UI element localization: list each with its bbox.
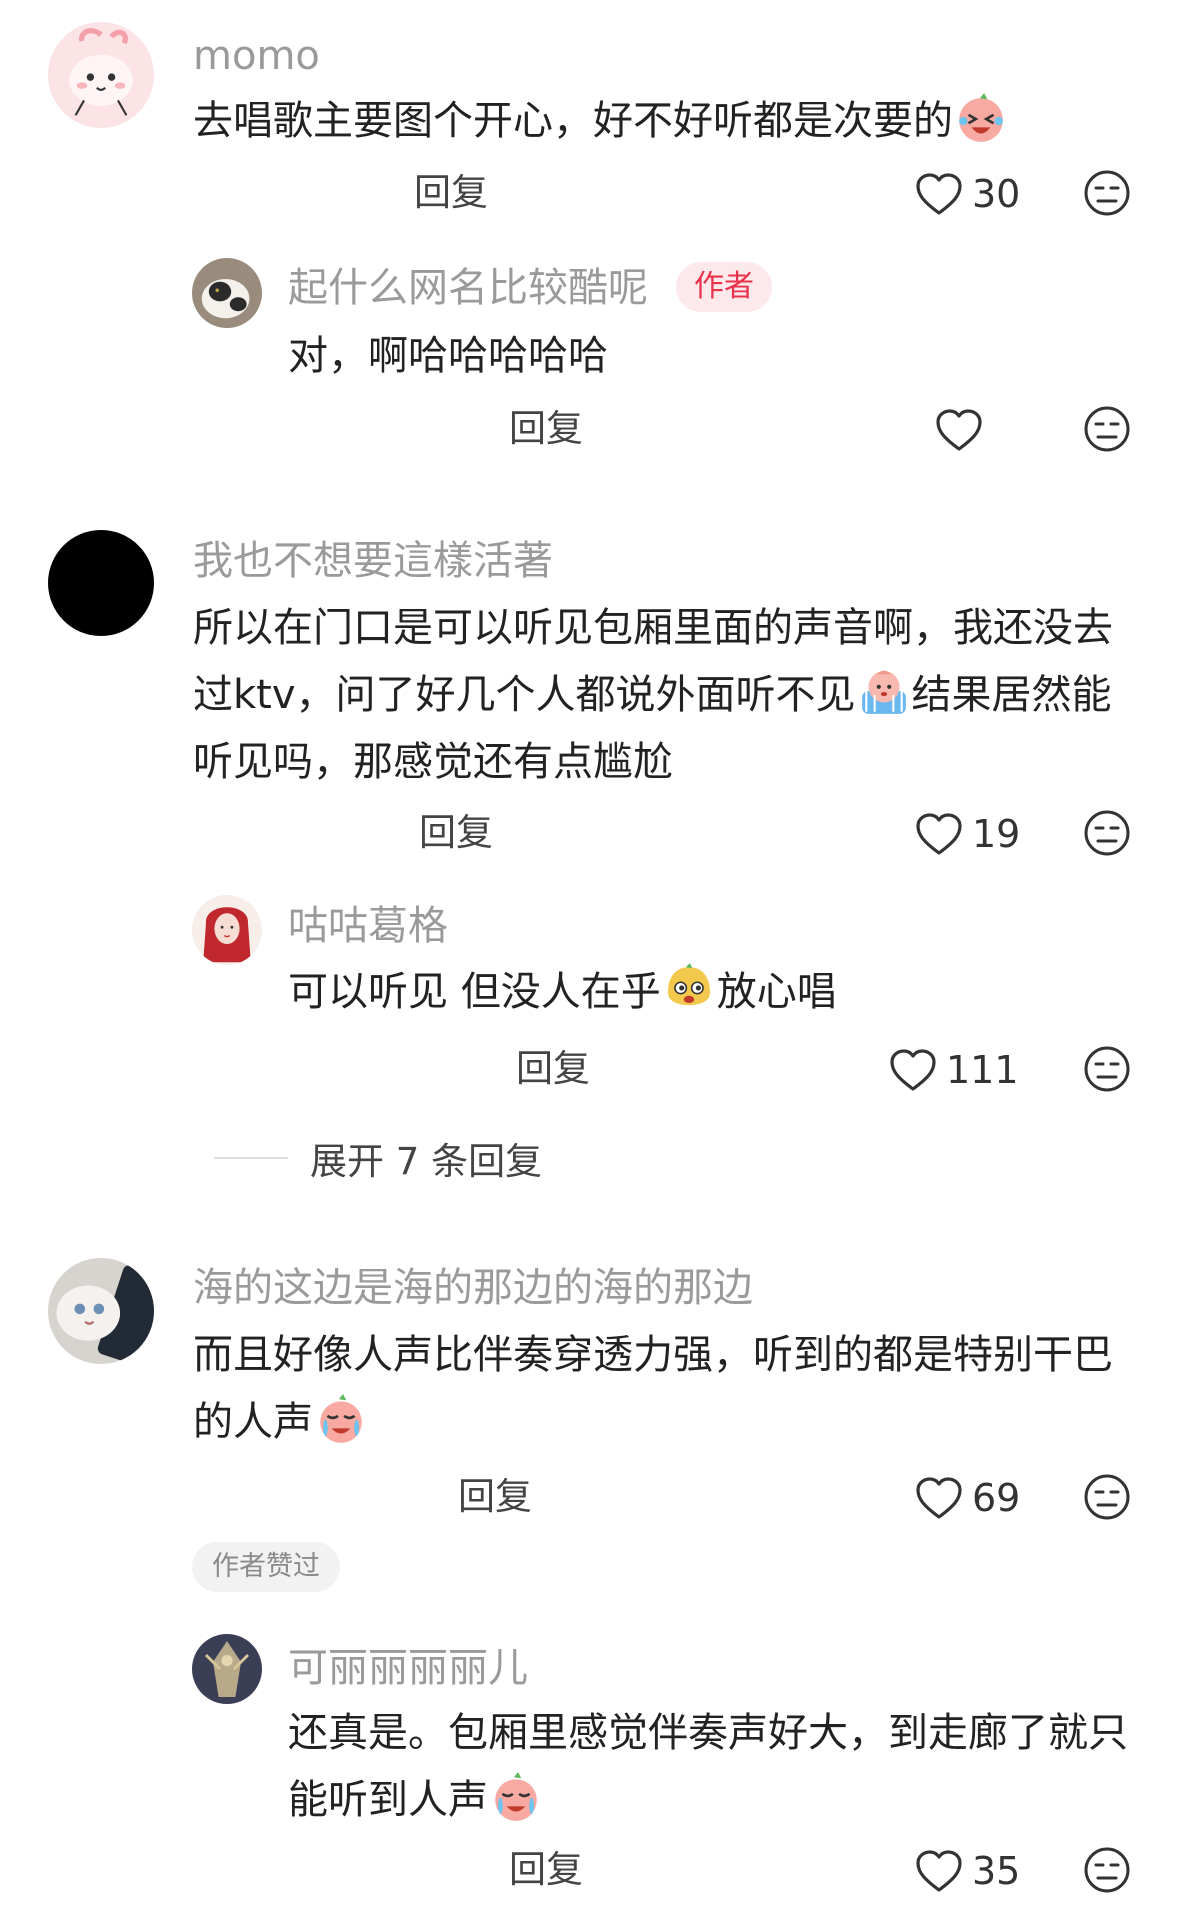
like-count: 35	[972, 1849, 1021, 1893]
username[interactable]: 咕咕葛格	[288, 906, 448, 946]
expand-replies-label: 展开 7 条回复	[310, 1140, 543, 1183]
reply-text-content: 放心唱	[716, 969, 837, 1015]
dislike-button[interactable]	[1082, 808, 1132, 858]
neutral-face-icon	[1084, 810, 1130, 856]
neutral-face-icon	[1084, 1474, 1130, 1520]
like-button[interactable]: 19	[914, 808, 1020, 860]
like-count: 69	[972, 1476, 1021, 1520]
username[interactable]: 可丽丽丽丽儿	[288, 1648, 528, 1688]
like-button[interactable]: 69	[914, 1472, 1020, 1524]
comment-text: 而且好像人声比伴奏穿透力强，听到的都是特别干巴的人声	[193, 1322, 1128, 1456]
neutral-face-icon	[1084, 406, 1130, 452]
avatar[interactable]	[192, 1634, 262, 1704]
reply-text: 还真是。包厢里感觉伴奏声好大，到走廊了就只能听到人声	[288, 1700, 1148, 1834]
heart-outline-icon	[890, 1049, 936, 1091]
dislike-button[interactable]	[1082, 1845, 1132, 1895]
username[interactable]: 起什么网名比较酷呢	[288, 268, 648, 308]
heart-outline-icon	[916, 1477, 962, 1519]
cheeky-emoji	[663, 963, 715, 1015]
like-button[interactable]	[934, 404, 992, 456]
reply-text: 可以听见 但没人在乎 放心唱	[288, 959, 1108, 1026]
reply-button[interactable]: 回复	[509, 1851, 583, 1888]
comment-text-content: 去唱歌主要图个开心，好不好听都是次要的	[193, 98, 953, 144]
heart-outline-icon	[936, 409, 982, 451]
crying-emoji	[315, 1393, 367, 1445]
neutral-face-icon	[1084, 1046, 1130, 1092]
comment-text: 去唱歌主要图个开心，好不好听都是次要的	[193, 88, 1093, 155]
heart-outline-icon	[916, 173, 962, 215]
comment-text: 所以在门口是可以听见包厢里面的声音啊，我还没去过ktv，问了好几个人都说外面听不…	[193, 595, 1128, 796]
shy-emoji	[858, 666, 910, 718]
username[interactable]: 我也不想要這樣活著	[193, 541, 553, 581]
reply-button[interactable]: 回复	[509, 410, 583, 447]
avatar[interactable]	[48, 530, 154, 636]
dislike-button[interactable]	[1082, 404, 1132, 454]
like-count: 111	[946, 1048, 1019, 1092]
heart-outline-icon	[916, 1850, 962, 1892]
reply-button[interactable]: 回复	[419, 814, 493, 851]
reply-button[interactable]: 回复	[516, 1050, 590, 1087]
dislike-button[interactable]	[1082, 1044, 1132, 1094]
like-count: 19	[972, 812, 1021, 856]
crying-emoji	[490, 1771, 542, 1823]
avatar[interactable]	[192, 895, 262, 965]
like-button[interactable]: 111	[888, 1044, 1019, 1096]
dislike-button[interactable]	[1082, 1472, 1132, 1522]
reply-button[interactable]: 回复	[414, 174, 488, 211]
neutral-face-icon	[1084, 170, 1130, 216]
divider	[214, 1157, 288, 1159]
neutral-face-icon	[1084, 1847, 1130, 1893]
heart-outline-icon	[916, 813, 962, 855]
author-liked-badge: 作者赞过	[192, 1542, 340, 1592]
like-count: 30	[972, 172, 1021, 216]
dislike-button[interactable]	[1082, 168, 1132, 218]
reply-text-content: 还真是。包厢里感觉伴奏声好大，到走廊了就只能听到人声	[288, 1710, 1128, 1823]
avatar[interactable]	[48, 1258, 154, 1364]
like-button[interactable]: 30	[914, 168, 1020, 220]
expand-replies-button[interactable]: 展开 7 条回复	[214, 1131, 542, 1185]
reply-text: 对，啊哈哈哈哈哈	[288, 333, 608, 379]
avatar[interactable]	[192, 258, 262, 328]
like-button[interactable]: 35	[914, 1845, 1020, 1897]
reply-button[interactable]: 回复	[458, 1478, 532, 1515]
username[interactable]: 海的这边是海的那边的海的那边	[193, 1268, 753, 1308]
username[interactable]: momo	[193, 36, 320, 76]
avatar[interactable]	[48, 22, 154, 128]
author-badge: 作者	[676, 262, 772, 312]
reply-text-content: 可以听见 但没人在乎	[288, 969, 661, 1015]
laughing-crying-emoji	[955, 92, 1007, 144]
